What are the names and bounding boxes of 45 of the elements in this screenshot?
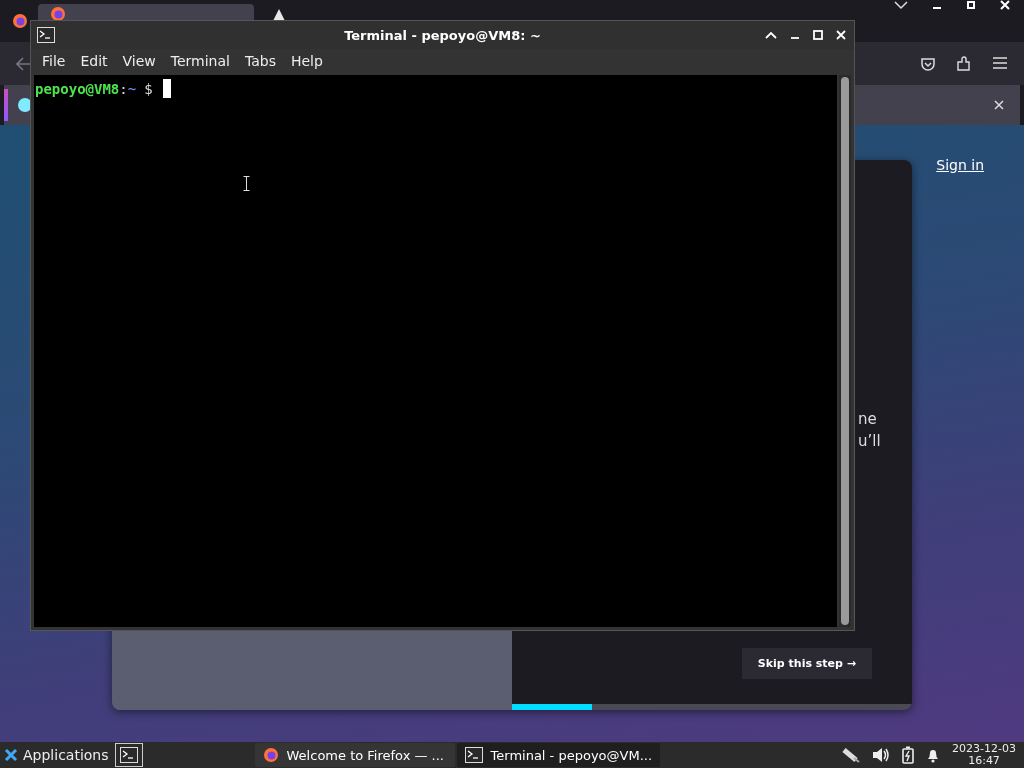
- prompt-user-host: pepoyo@VM8: [35, 80, 120, 97]
- terminal-launcher[interactable]: [114, 743, 143, 767]
- window-title: Terminal - pepoyo@VM8: ~: [344, 27, 541, 43]
- maximize-icon[interactable]: [966, 0, 976, 10]
- taskbar-task[interactable]: Welcome to Firefox — ...: [254, 743, 455, 767]
- text-cursor: [162, 79, 171, 98]
- clock-date[interactable]: 2023-12-03: [952, 743, 1016, 755]
- skip-button[interactable]: Skip this step →: [741, 648, 872, 679]
- prompt-separator: :: [119, 80, 128, 97]
- menu-item[interactable]: View: [115, 53, 164, 69]
- info-icon: [18, 98, 32, 112]
- menu-item[interactable]: Terminal: [163, 53, 238, 69]
- terminal-icon: [464, 747, 483, 763]
- notification-accent: [4, 89, 8, 121]
- bell-icon[interactable]: [926, 747, 941, 763]
- clock-time[interactable]: 16:47: [952, 755, 1016, 767]
- body-text: ne: [858, 409, 878, 430]
- menu-icon[interactable]: [992, 55, 1008, 70]
- volume-icon[interactable]: [872, 747, 891, 763]
- firefox-icon: [12, 13, 28, 29]
- terminal-screen[interactable]: pepoyo@VM8:~ $: [34, 75, 837, 627]
- applications-menu-button[interactable]: Applications: [0, 743, 113, 767]
- body-text: u’ll: [858, 431, 882, 452]
- menu-item[interactable]: Tabs: [237, 53, 284, 69]
- applications-icon: [4, 748, 18, 762]
- firefox-icon: [50, 6, 66, 22]
- close-icon[interactable]: [994, 100, 1004, 110]
- prompt-symbol: $: [144, 80, 153, 97]
- sign-in-link[interactable]: Sign in: [936, 157, 984, 173]
- terminal-icon: [37, 27, 55, 43]
- firefox-icon: [262, 747, 279, 763]
- terminal-icon: [119, 747, 138, 763]
- chevron-down-icon[interactable]: [894, 0, 908, 10]
- pocket-icon[interactable]: [920, 55, 936, 72]
- taskbar-task[interactable]: Terminal - pepoyo@VM...: [456, 743, 661, 767]
- battery-icon[interactable]: [902, 746, 915, 764]
- chevron-up-icon[interactable]: [765, 31, 777, 39]
- menu-item[interactable]: File: [35, 53, 74, 69]
- text-cursor-icon: [243, 176, 250, 191]
- menu-item[interactable]: Help: [283, 53, 331, 69]
- menu-item[interactable]: Edit: [73, 53, 116, 69]
- maximize-icon[interactable]: [813, 30, 823, 40]
- puzzle-piece-icon[interactable]: [956, 55, 972, 72]
- back-arrow-icon[interactable]: [16, 56, 32, 71]
- prompt-path: ~: [127, 80, 137, 97]
